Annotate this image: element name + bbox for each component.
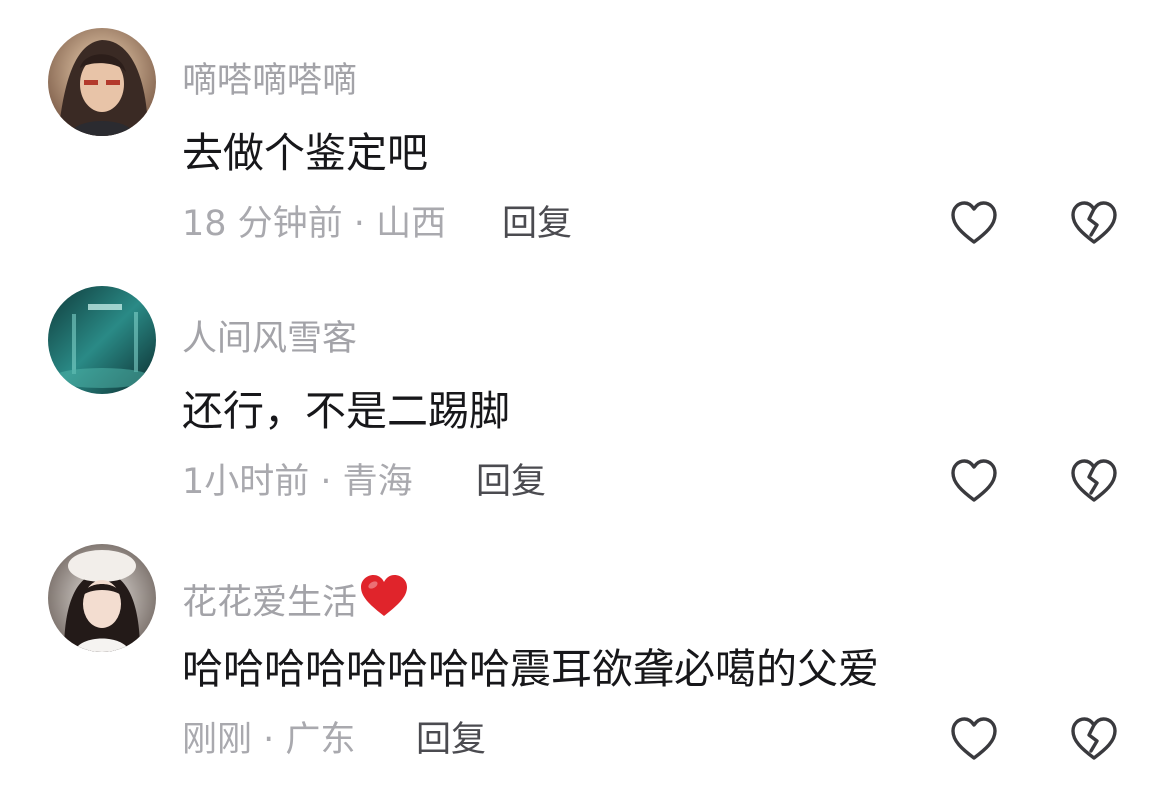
comment-item: 花花爱生活 哈哈哈哈哈哈哈哈震耳欲聋必噶的父爱 刚刚 · 广东 回复 bbox=[0, 544, 1170, 794]
comment-location: 广东 bbox=[285, 720, 356, 760]
reply-button[interactable]: 回复 bbox=[476, 458, 546, 506]
dislike-button[interactable] bbox=[1068, 456, 1120, 508]
comment-location: 山西 bbox=[376, 204, 447, 244]
heart-emoji-icon bbox=[359, 574, 409, 630]
comment-meta: 刚刚 · 广东 bbox=[182, 716, 355, 764]
username[interactable]: 花花爱生活 bbox=[182, 574, 409, 630]
heart-outline-icon bbox=[951, 717, 997, 760]
avatar[interactable] bbox=[48, 286, 156, 394]
username[interactable]: 嘀嗒嘀嗒嘀 bbox=[182, 58, 357, 104]
comment-time: 18 分钟前 bbox=[182, 204, 343, 244]
avatar[interactable] bbox=[48, 28, 156, 136]
username-text: 花花爱生活 bbox=[182, 583, 358, 623]
comment-time: 1小时前 bbox=[182, 462, 310, 502]
heart-outline-icon bbox=[951, 459, 997, 502]
meta-separator: · bbox=[309, 462, 343, 502]
comment-time: 刚刚 bbox=[182, 720, 253, 760]
comment-text: 去做个鉴定吧 bbox=[182, 129, 428, 177]
like-button[interactable] bbox=[948, 198, 1000, 250]
dislike-button[interactable] bbox=[1068, 714, 1120, 766]
broken-heart-icon bbox=[1071, 717, 1117, 760]
meta-separator: · bbox=[252, 720, 286, 760]
comment-location: 青海 bbox=[342, 462, 413, 502]
comment-meta: 18 分钟前 · 山西 bbox=[182, 200, 446, 248]
reply-button[interactable]: 回复 bbox=[416, 716, 486, 764]
comment-item: 嘀嗒嘀嗒嘀 去做个鉴定吧 18 分钟前 · 山西 回复 bbox=[0, 28, 1170, 278]
comment-text: 还行，不是二踢脚 bbox=[182, 387, 510, 435]
dislike-button[interactable] bbox=[1068, 198, 1120, 250]
reply-button[interactable]: 回复 bbox=[502, 200, 572, 248]
broken-heart-icon bbox=[1071, 459, 1117, 502]
meta-separator: · bbox=[342, 204, 377, 244]
comment-meta: 1小时前 · 青海 bbox=[182, 458, 413, 506]
username[interactable]: 人间风雪客 bbox=[182, 316, 357, 362]
comment-item: 人间风雪客 还行，不是二踢脚 1小时前 · 青海 回复 bbox=[0, 286, 1170, 536]
heart-outline-icon bbox=[951, 201, 997, 244]
avatar[interactable] bbox=[48, 544, 156, 652]
comment-text: 哈哈哈哈哈哈哈哈震耳欲聋必噶的父爱 bbox=[182, 645, 879, 693]
like-button[interactable] bbox=[948, 456, 1000, 508]
broken-heart-icon bbox=[1071, 201, 1117, 244]
like-button[interactable] bbox=[948, 714, 1000, 766]
